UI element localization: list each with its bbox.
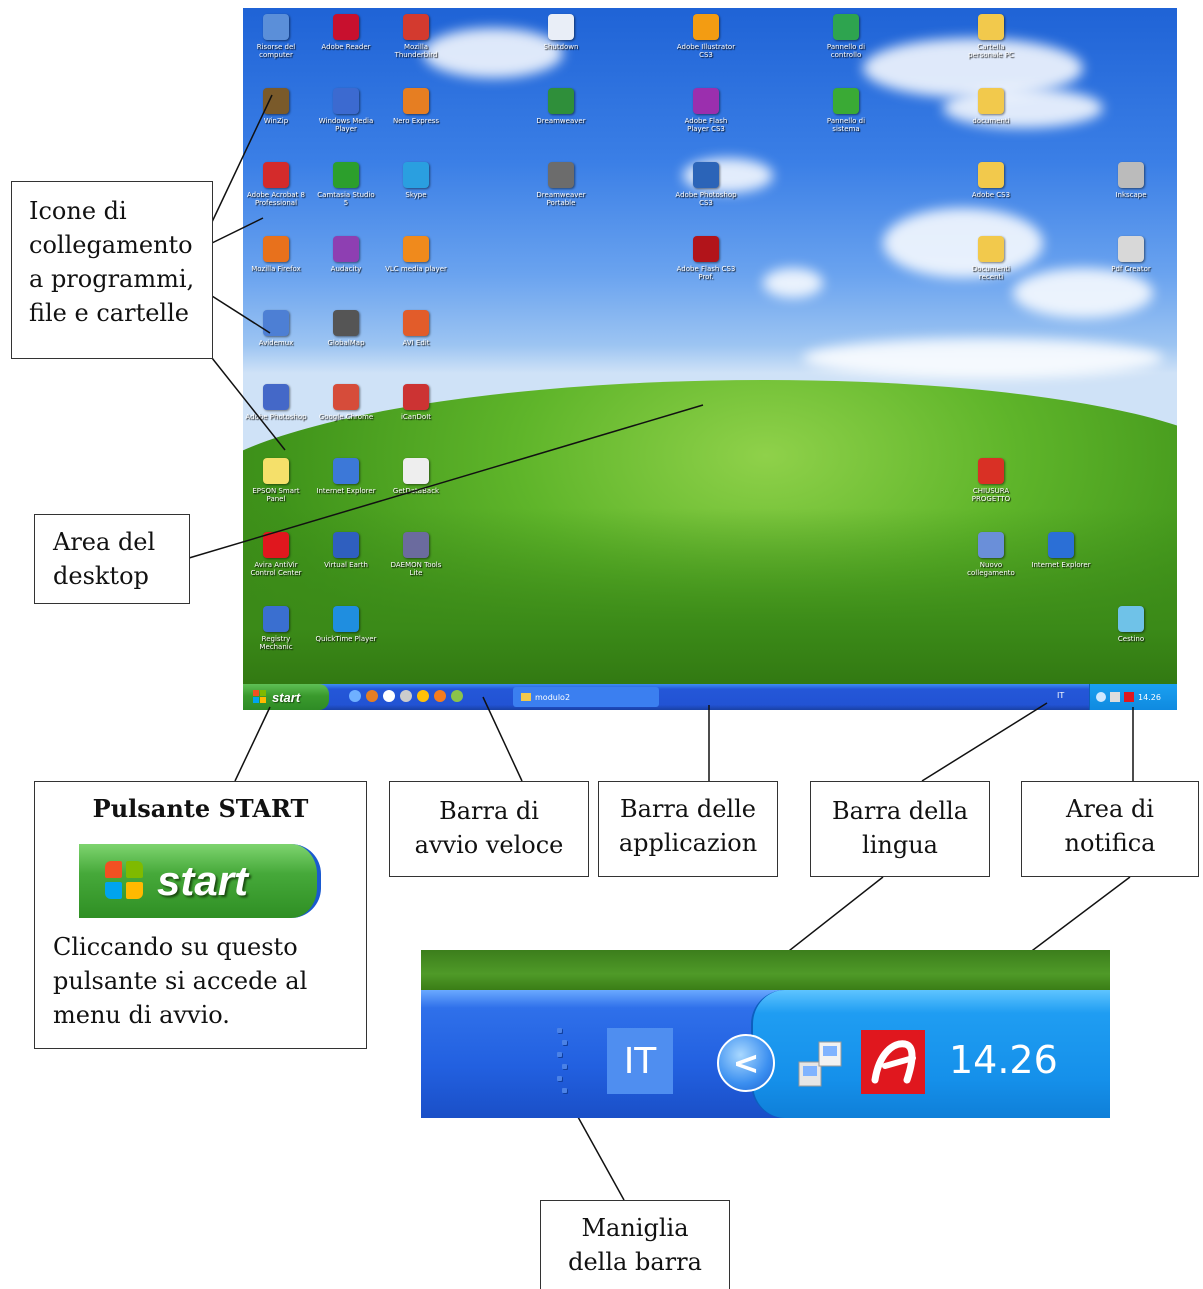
callout-handle: Maniglia della barra bbox=[540, 1200, 730, 1289]
callout-apps: Barra delle applicazion bbox=[598, 781, 778, 877]
zoom-grass bbox=[421, 950, 1110, 990]
leader-icons-3 bbox=[211, 295, 271, 334]
callout-icons: Icone di collegamento a programmi, file … bbox=[11, 181, 213, 359]
network-icon[interactable] bbox=[793, 1036, 849, 1090]
taskbar-handle[interactable] bbox=[557, 1028, 569, 1102]
language-indicator[interactable]: IT bbox=[607, 1028, 673, 1094]
clock-enlarged[interactable]: 14.26 bbox=[949, 1038, 1058, 1082]
windows-logo-icon bbox=[105, 861, 145, 901]
leader-start bbox=[234, 706, 271, 782]
leader-lang bbox=[921, 702, 1048, 782]
callout-quicklaunch: Barra di avvio veloce bbox=[389, 781, 589, 877]
callout-start-desc: Cliccando su questo pulsante si accede a… bbox=[53, 933, 308, 1029]
chevron-left-icon[interactable]: < bbox=[717, 1034, 775, 1092]
callout-lang: Barra della lingua bbox=[810, 781, 990, 877]
leader-icons-2 bbox=[211, 217, 264, 244]
leader-handle bbox=[577, 1116, 625, 1201]
callout-start-title: Pulsante START bbox=[92, 794, 309, 823]
leader-icons-4 bbox=[211, 357, 286, 451]
leader-icons-1 bbox=[211, 94, 273, 223]
avira-icon[interactable] bbox=[861, 1030, 925, 1094]
start-button-enlarged: start bbox=[79, 844, 321, 918]
leader-quicklaunch bbox=[482, 696, 523, 782]
callout-desktop-area: Area del desktop bbox=[34, 514, 190, 604]
start-label-enlarged: start bbox=[157, 857, 249, 904]
taskbar-zoom: IT < 14.26 bbox=[421, 950, 1110, 1118]
callout-notify: Area di notifica bbox=[1021, 781, 1199, 877]
leader-desktop bbox=[188, 404, 704, 559]
